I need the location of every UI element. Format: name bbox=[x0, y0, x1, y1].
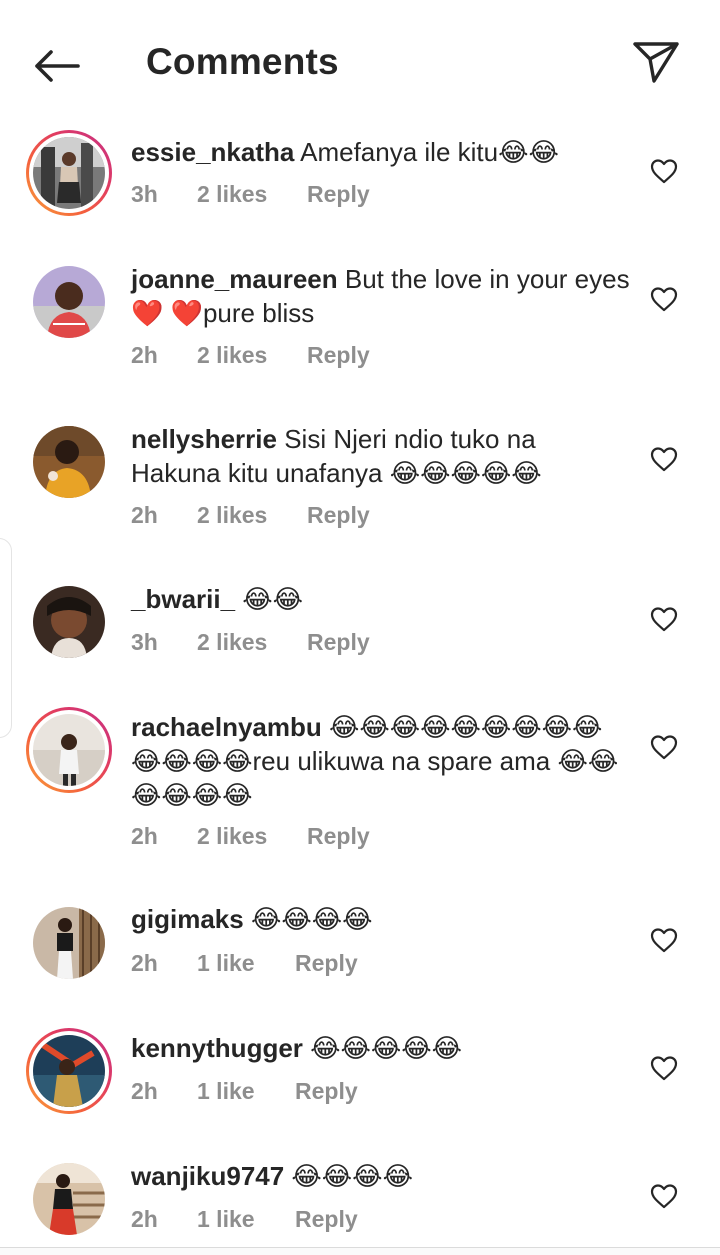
comment-meta: 2h 2 likes Reply bbox=[131, 342, 370, 369]
bottom-divider bbox=[0, 1247, 720, 1255]
comment-body: 😂😂 bbox=[235, 584, 304, 614]
avatar bbox=[33, 1035, 105, 1107]
comment-likes[interactable]: 1 like bbox=[197, 950, 295, 977]
comment-username[interactable]: kennythugger bbox=[131, 1033, 303, 1063]
comment-time: 2h bbox=[131, 1206, 158, 1232]
comment-meta: 2h 1 like Reply bbox=[131, 1078, 358, 1105]
comment-time: 3h bbox=[131, 629, 158, 655]
paper-plane-icon bbox=[633, 42, 679, 83]
comment-body: 😂😂😂😂 bbox=[243, 904, 373, 934]
comment-meta: 2h 2 likes Reply bbox=[131, 823, 370, 850]
comment-time: 2h bbox=[131, 823, 158, 849]
comment-meta: 2h 1 like Reply bbox=[131, 950, 358, 977]
comment-time: 2h bbox=[131, 1078, 158, 1104]
comment-time: 3h bbox=[131, 181, 158, 207]
avatar-story-ring[interactable] bbox=[26, 1028, 112, 1114]
comment-text: gigimaks 😂😂😂😂 bbox=[131, 902, 631, 936]
comment-body: 😂😂😂😂 bbox=[284, 1161, 413, 1191]
reply-button[interactable]: Reply bbox=[295, 1206, 358, 1233]
comment-username[interactable]: nellysherrie bbox=[131, 424, 277, 454]
heart-outline-icon[interactable] bbox=[650, 927, 678, 953]
reply-button[interactable]: Reply bbox=[307, 629, 370, 656]
comment-username[interactable]: gigimaks bbox=[131, 904, 244, 934]
comment-likes[interactable]: 2 likes bbox=[197, 342, 307, 369]
arrow-left-icon bbox=[35, 50, 80, 82]
comments-header: Comments bbox=[0, 0, 720, 125]
comment-time: 2h bbox=[131, 342, 158, 368]
comment-text: essie_nkatha Amefanya ile kitu😂😂 bbox=[131, 135, 631, 169]
comment-username[interactable]: _bwarii_ bbox=[131, 584, 235, 614]
comment-likes[interactable]: 2 likes bbox=[197, 629, 307, 656]
comment-username[interactable]: wanjiku9747 bbox=[131, 1161, 284, 1191]
comment-text: wanjiku9747 😂😂😂😂 bbox=[131, 1159, 631, 1193]
edge-panel-handle[interactable] bbox=[0, 538, 12, 738]
heart-outline-icon[interactable] bbox=[650, 286, 678, 312]
comment-username[interactable]: rachaelnyambu bbox=[131, 712, 322, 742]
avatar[interactable] bbox=[33, 426, 105, 498]
reply-button[interactable]: Reply bbox=[307, 823, 370, 850]
heart-outline-icon[interactable] bbox=[650, 446, 678, 472]
share-button[interactable] bbox=[628, 36, 684, 88]
comment-body: Amefanya ile kitu😂😂 bbox=[294, 137, 559, 167]
comment-username[interactable]: joanne_maureen bbox=[131, 264, 338, 294]
heart-outline-icon[interactable] bbox=[650, 606, 678, 632]
avatar bbox=[33, 137, 105, 209]
avatar bbox=[33, 714, 105, 786]
comment-username[interactable]: essie_nkatha bbox=[131, 137, 294, 167]
comment-meta: 2h 2 likes Reply bbox=[131, 502, 370, 529]
reply-button[interactable]: Reply bbox=[307, 181, 370, 208]
avatar-story-ring[interactable] bbox=[26, 707, 112, 793]
heart-outline-icon[interactable] bbox=[650, 1055, 678, 1081]
comment-text: kennythugger 😂😂😂😂😂 bbox=[131, 1031, 631, 1065]
comment-meta: 3h 2 likes Reply bbox=[131, 629, 370, 656]
comment-meta: 2h 1 like Reply bbox=[131, 1206, 358, 1233]
comment-likes[interactable]: 2 likes bbox=[197, 181, 307, 208]
comment-likes[interactable]: 2 likes bbox=[197, 502, 307, 529]
reply-button[interactable]: Reply bbox=[307, 502, 370, 529]
reply-button[interactable]: Reply bbox=[295, 950, 358, 977]
comment-text: rachaelnyambu 😂😂😂😂😂😂😂😂😂😂😂😂😂reu ulikuwa n… bbox=[131, 710, 631, 812]
heart-outline-icon[interactable] bbox=[650, 1183, 678, 1209]
heart-outline-icon[interactable] bbox=[650, 734, 678, 760]
reply-button[interactable]: Reply bbox=[307, 342, 370, 369]
comment-body: 😂😂😂😂😂 bbox=[302, 1033, 463, 1063]
reply-button[interactable]: Reply bbox=[295, 1078, 358, 1105]
comment-time: 2h bbox=[131, 502, 158, 528]
heart-outline-icon[interactable] bbox=[650, 158, 678, 184]
avatar[interactable] bbox=[33, 907, 105, 979]
comment-meta: 3h 2 likes Reply bbox=[131, 181, 370, 208]
comment-time: 2h bbox=[131, 950, 158, 976]
comment-text: joanne_maureen But the love in your eyes… bbox=[131, 262, 631, 330]
back-button[interactable] bbox=[28, 40, 84, 92]
page-title: Comments bbox=[146, 41, 339, 82]
comment-likes[interactable]: 2 likes bbox=[197, 823, 307, 850]
comment-likes[interactable]: 1 like bbox=[197, 1078, 295, 1105]
avatar-story-ring[interactable] bbox=[26, 130, 112, 216]
avatar[interactable] bbox=[33, 1163, 105, 1235]
avatar[interactable] bbox=[33, 266, 105, 338]
avatar[interactable] bbox=[33, 586, 105, 658]
comment-text: _bwarii_ 😂😂 bbox=[131, 582, 631, 616]
comment-text: nellysherrie Sisi Njeri ndio tuko na Hak… bbox=[131, 422, 631, 490]
comment-likes[interactable]: 1 like bbox=[197, 1206, 295, 1233]
